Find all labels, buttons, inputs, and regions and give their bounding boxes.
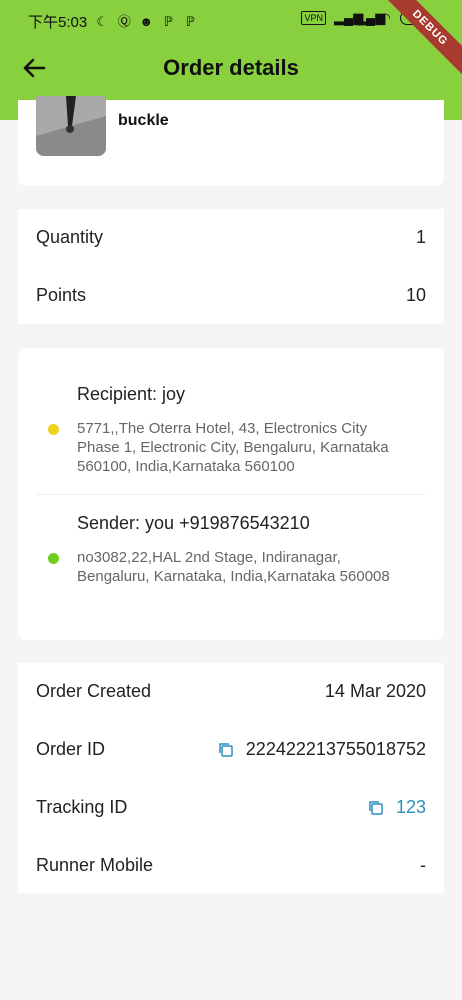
signal2-icon: ▂▄▆ — [356, 10, 386, 25]
vpn-badge: VPN — [301, 11, 326, 25]
copy-tracking-icon[interactable] — [368, 800, 384, 816]
recipient-address: 5771,,The Oterra Hotel, 43, Electronics … — [77, 420, 389, 475]
sender-address: no3082,22,HAL 2nd Stage, Indiranagar, Be… — [77, 549, 390, 585]
app-p2-icon: ℙ — [185, 13, 195, 29]
tracking-id-link[interactable]: 123 — [396, 797, 426, 818]
order-created-row: Order Created 14 Mar 2020 — [36, 663, 426, 720]
product-card[interactable]: buckle — [18, 96, 444, 186]
recipient-dot-icon — [48, 424, 59, 435]
points-row: Points 10 — [36, 267, 426, 324]
order-created-label: Order Created — [36, 681, 152, 701]
app-q-icon: Ⓠ — [117, 13, 131, 29]
page-title: Order details — [163, 55, 299, 80]
recipient-block: Recipient: joy 5771,,The Oterra Hotel, 4… — [36, 348, 426, 494]
tracking-id-value-wrap[interactable]: 123 — [368, 797, 426, 818]
status-left: 下午5:03 ☾ Ⓠ ☻ ℙ ℙ — [28, 11, 197, 32]
recipient-title: Recipient: joy — [77, 384, 186, 404]
app-p-icon: ℙ — [163, 13, 173, 29]
runner-mobile-label: Runner Mobile — [36, 855, 154, 875]
sender-block: Sender: you +919876543210 no3082,22,HAL … — [36, 495, 426, 640]
quantity-value: 1 — [415, 227, 426, 247]
signal-icon: ▂▄▆ — [334, 10, 364, 25]
app-face-icon: ☻ — [139, 13, 154, 29]
status-time: 下午5:03 — [28, 14, 88, 31]
runner-mobile-row: Runner Mobile - — [36, 837, 426, 894]
order-id-value: 222422213755018752 — [245, 739, 426, 759]
order-info-card: Order Created 14 Mar 2020 Order ID 22242… — [18, 663, 444, 893]
quantity-row: Quantity 1 — [36, 209, 426, 266]
order-id-label: Order ID — [36, 739, 106, 759]
sender-title: Sender: you +919876543210 — [77, 513, 310, 533]
summary-card: Quantity 1 Points 10 — [18, 209, 444, 324]
order-created-value: 14 Mar 2020 — [324, 681, 426, 701]
order-id-value-wrap: 222422213755018752 — [218, 739, 426, 760]
moon-icon: ☾ — [96, 13, 109, 29]
runner-mobile-value: - — [420, 855, 426, 875]
quantity-label: Quantity — [36, 227, 104, 247]
copy-icon[interactable] — [218, 742, 234, 758]
tracking-id-row: Tracking ID 123 — [36, 779, 426, 836]
sender-dot-icon — [48, 553, 59, 564]
address-card: Recipient: joy 5771,,The Oterra Hotel, 4… — [18, 348, 444, 640]
points-value: 10 — [405, 285, 426, 305]
tracking-id-label: Tracking ID — [36, 797, 128, 817]
product-name: buckle — [118, 112, 169, 129]
product-image — [36, 96, 106, 156]
order-id-row: Order ID 222422213755018752 — [36, 721, 426, 778]
points-label: Points — [36, 285, 87, 305]
wifi-icon: ◠ — [379, 10, 391, 25]
status-bar: 下午5:03 ☾ Ⓠ ☻ ℙ ℙ VPN ▂▄▆ ▂▄▆ ◠ 69 — [0, 0, 462, 40]
